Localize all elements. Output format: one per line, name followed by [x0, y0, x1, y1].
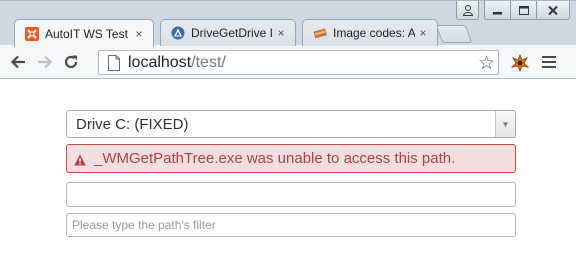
new-tab-button[interactable]: [435, 25, 473, 43]
page-content: Drive C: (FIXED) ▼ _WMGetPathTree.exe wa…: [0, 80, 576, 270]
tab-image-codes[interactable]: Image codes: Au ×: [302, 19, 438, 46]
tab-title: Image codes: Au: [333, 26, 415, 40]
address-bar[interactable]: localhost/test/ ☆: [98, 50, 499, 75]
window-controls: [456, 1, 570, 20]
tab-close-icon[interactable]: ×: [415, 26, 431, 40]
bookmark-star-icon[interactable]: ☆: [478, 52, 495, 75]
back-arrow-icon[interactable]: [7, 51, 29, 73]
dropdown-arrow-icon[interactable]: ▼: [495, 111, 515, 137]
tab-autoit-ws-test[interactable]: AutoIT WS Test ×: [14, 19, 154, 47]
autoit-icon: [25, 26, 39, 41]
tab-close-icon[interactable]: ×: [273, 26, 289, 40]
books-icon: [313, 26, 327, 40]
browser-title-bar: AutoIT WS Test × DriveGetDrive Is × Imag…: [0, 0, 576, 47]
page-icon: [107, 54, 121, 71]
menu-icon[interactable]: [541, 54, 557, 70]
tab-title: AutoIT WS Test: [45, 26, 128, 41]
close-icon[interactable]: [536, 1, 570, 20]
tab-title: DriveGetDrive Is: [191, 26, 273, 40]
error-alert: _WMGetPathTree.exe was unable to access …: [66, 144, 516, 173]
tab-drivegetdrive[interactable]: DriveGetDrive Is ×: [160, 19, 296, 46]
reload-icon[interactable]: [60, 51, 82, 73]
url-text: localhost/test/: [128, 54, 226, 72]
extension-icon[interactable]: [509, 52, 531, 74]
minimize-icon[interactable]: [484, 1, 511, 20]
url-host: localhost: [128, 53, 192, 71]
warning-icon: [74, 153, 86, 165]
user-icon[interactable]: [456, 1, 479, 20]
error-message: _WMGetPathTree.exe was unable to access …: [94, 150, 456, 167]
drive-select[interactable]: Drive C: (FIXED) ▼: [66, 110, 516, 138]
path-input[interactable]: [66, 182, 516, 207]
url-path: /test/: [191, 53, 226, 71]
tab-close-icon[interactable]: ×: [131, 27, 147, 41]
autoit-forum-icon: [171, 26, 185, 40]
drive-select-value: Drive C: (FIXED): [76, 115, 189, 133]
forward-arrow-icon[interactable]: [34, 51, 56, 73]
maximize-icon[interactable]: [510, 1, 537, 20]
browser-toolbar: localhost/test/ ☆: [0, 45, 576, 79]
filter-input[interactable]: [66, 213, 516, 237]
